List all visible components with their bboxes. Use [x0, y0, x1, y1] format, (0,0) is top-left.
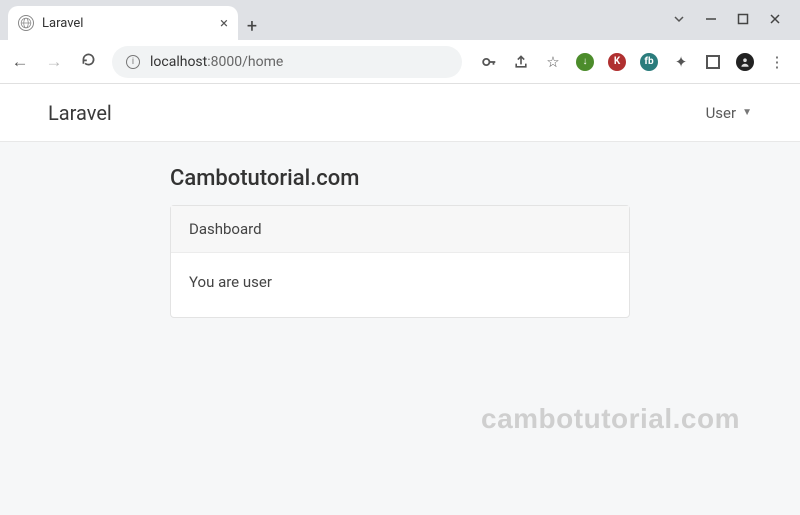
- profile-avatar-icon[interactable]: [736, 53, 754, 71]
- app-navbar: Laravel User ▼: [0, 84, 800, 142]
- bookmark-star-icon[interactable]: ☆: [544, 53, 562, 71]
- page-content: Cambotutorial.com Dashboard You are user…: [0, 142, 800, 515]
- window-controls: [654, 0, 800, 38]
- user-dropdown[interactable]: User ▼: [706, 104, 752, 122]
- url-text: localhost:8000/home: [150, 54, 283, 70]
- url-path: /home: [242, 54, 283, 70]
- forward-button[interactable]: →: [44, 52, 64, 72]
- card-body: You are user: [171, 253, 629, 317]
- chevron-down-icon[interactable]: [672, 12, 686, 26]
- extension-k-icon[interactable]: K: [608, 53, 626, 71]
- back-button[interactable]: ←: [10, 52, 30, 72]
- minimize-icon[interactable]: [704, 12, 718, 26]
- reload-button[interactable]: [78, 51, 98, 73]
- browser-tab-strip: Laravel × +: [0, 0, 800, 40]
- brand-title[interactable]: Laravel: [48, 101, 112, 125]
- site-info-icon[interactable]: i: [126, 55, 140, 69]
- browser-tab[interactable]: Laravel ×: [8, 6, 238, 40]
- watermark-text: cambotutorial.com: [481, 403, 740, 435]
- side-panel-icon[interactable]: [704, 53, 722, 71]
- user-dropdown-label: User: [706, 104, 737, 122]
- caret-down-icon: ▼: [742, 107, 752, 118]
- page-heading: Cambotutorial.com: [170, 166, 630, 191]
- extension-fb-icon[interactable]: fb: [640, 53, 658, 71]
- address-bar[interactable]: i localhost:8000/home: [112, 46, 462, 78]
- close-tab-icon[interactable]: ×: [220, 14, 228, 32]
- close-window-icon[interactable]: [768, 12, 782, 26]
- extension-idm-icon[interactable]: ↓: [576, 53, 594, 71]
- share-icon[interactable]: [512, 53, 530, 71]
- new-tab-button[interactable]: +: [238, 12, 266, 40]
- tab-title: Laravel: [42, 16, 212, 31]
- maximize-icon[interactable]: [736, 12, 750, 26]
- content-container: Cambotutorial.com Dashboard You are user: [170, 166, 630, 318]
- card-header: Dashboard: [171, 206, 629, 253]
- toolbar-actions: ☆ ↓ K fb ✦ ⋮: [476, 53, 790, 71]
- key-icon[interactable]: [480, 53, 498, 71]
- browser-menu-icon[interactable]: ⋮: [768, 53, 786, 71]
- url-port: :8000: [207, 54, 242, 70]
- dashboard-card: Dashboard You are user: [170, 205, 630, 318]
- url-host: localhost: [150, 54, 207, 70]
- extensions-puzzle-icon[interactable]: ✦: [672, 53, 690, 71]
- globe-icon: [18, 15, 34, 31]
- browser-toolbar: ← → i localhost:8000/home ☆ ↓ K fb ✦ ⋮: [0, 40, 800, 84]
